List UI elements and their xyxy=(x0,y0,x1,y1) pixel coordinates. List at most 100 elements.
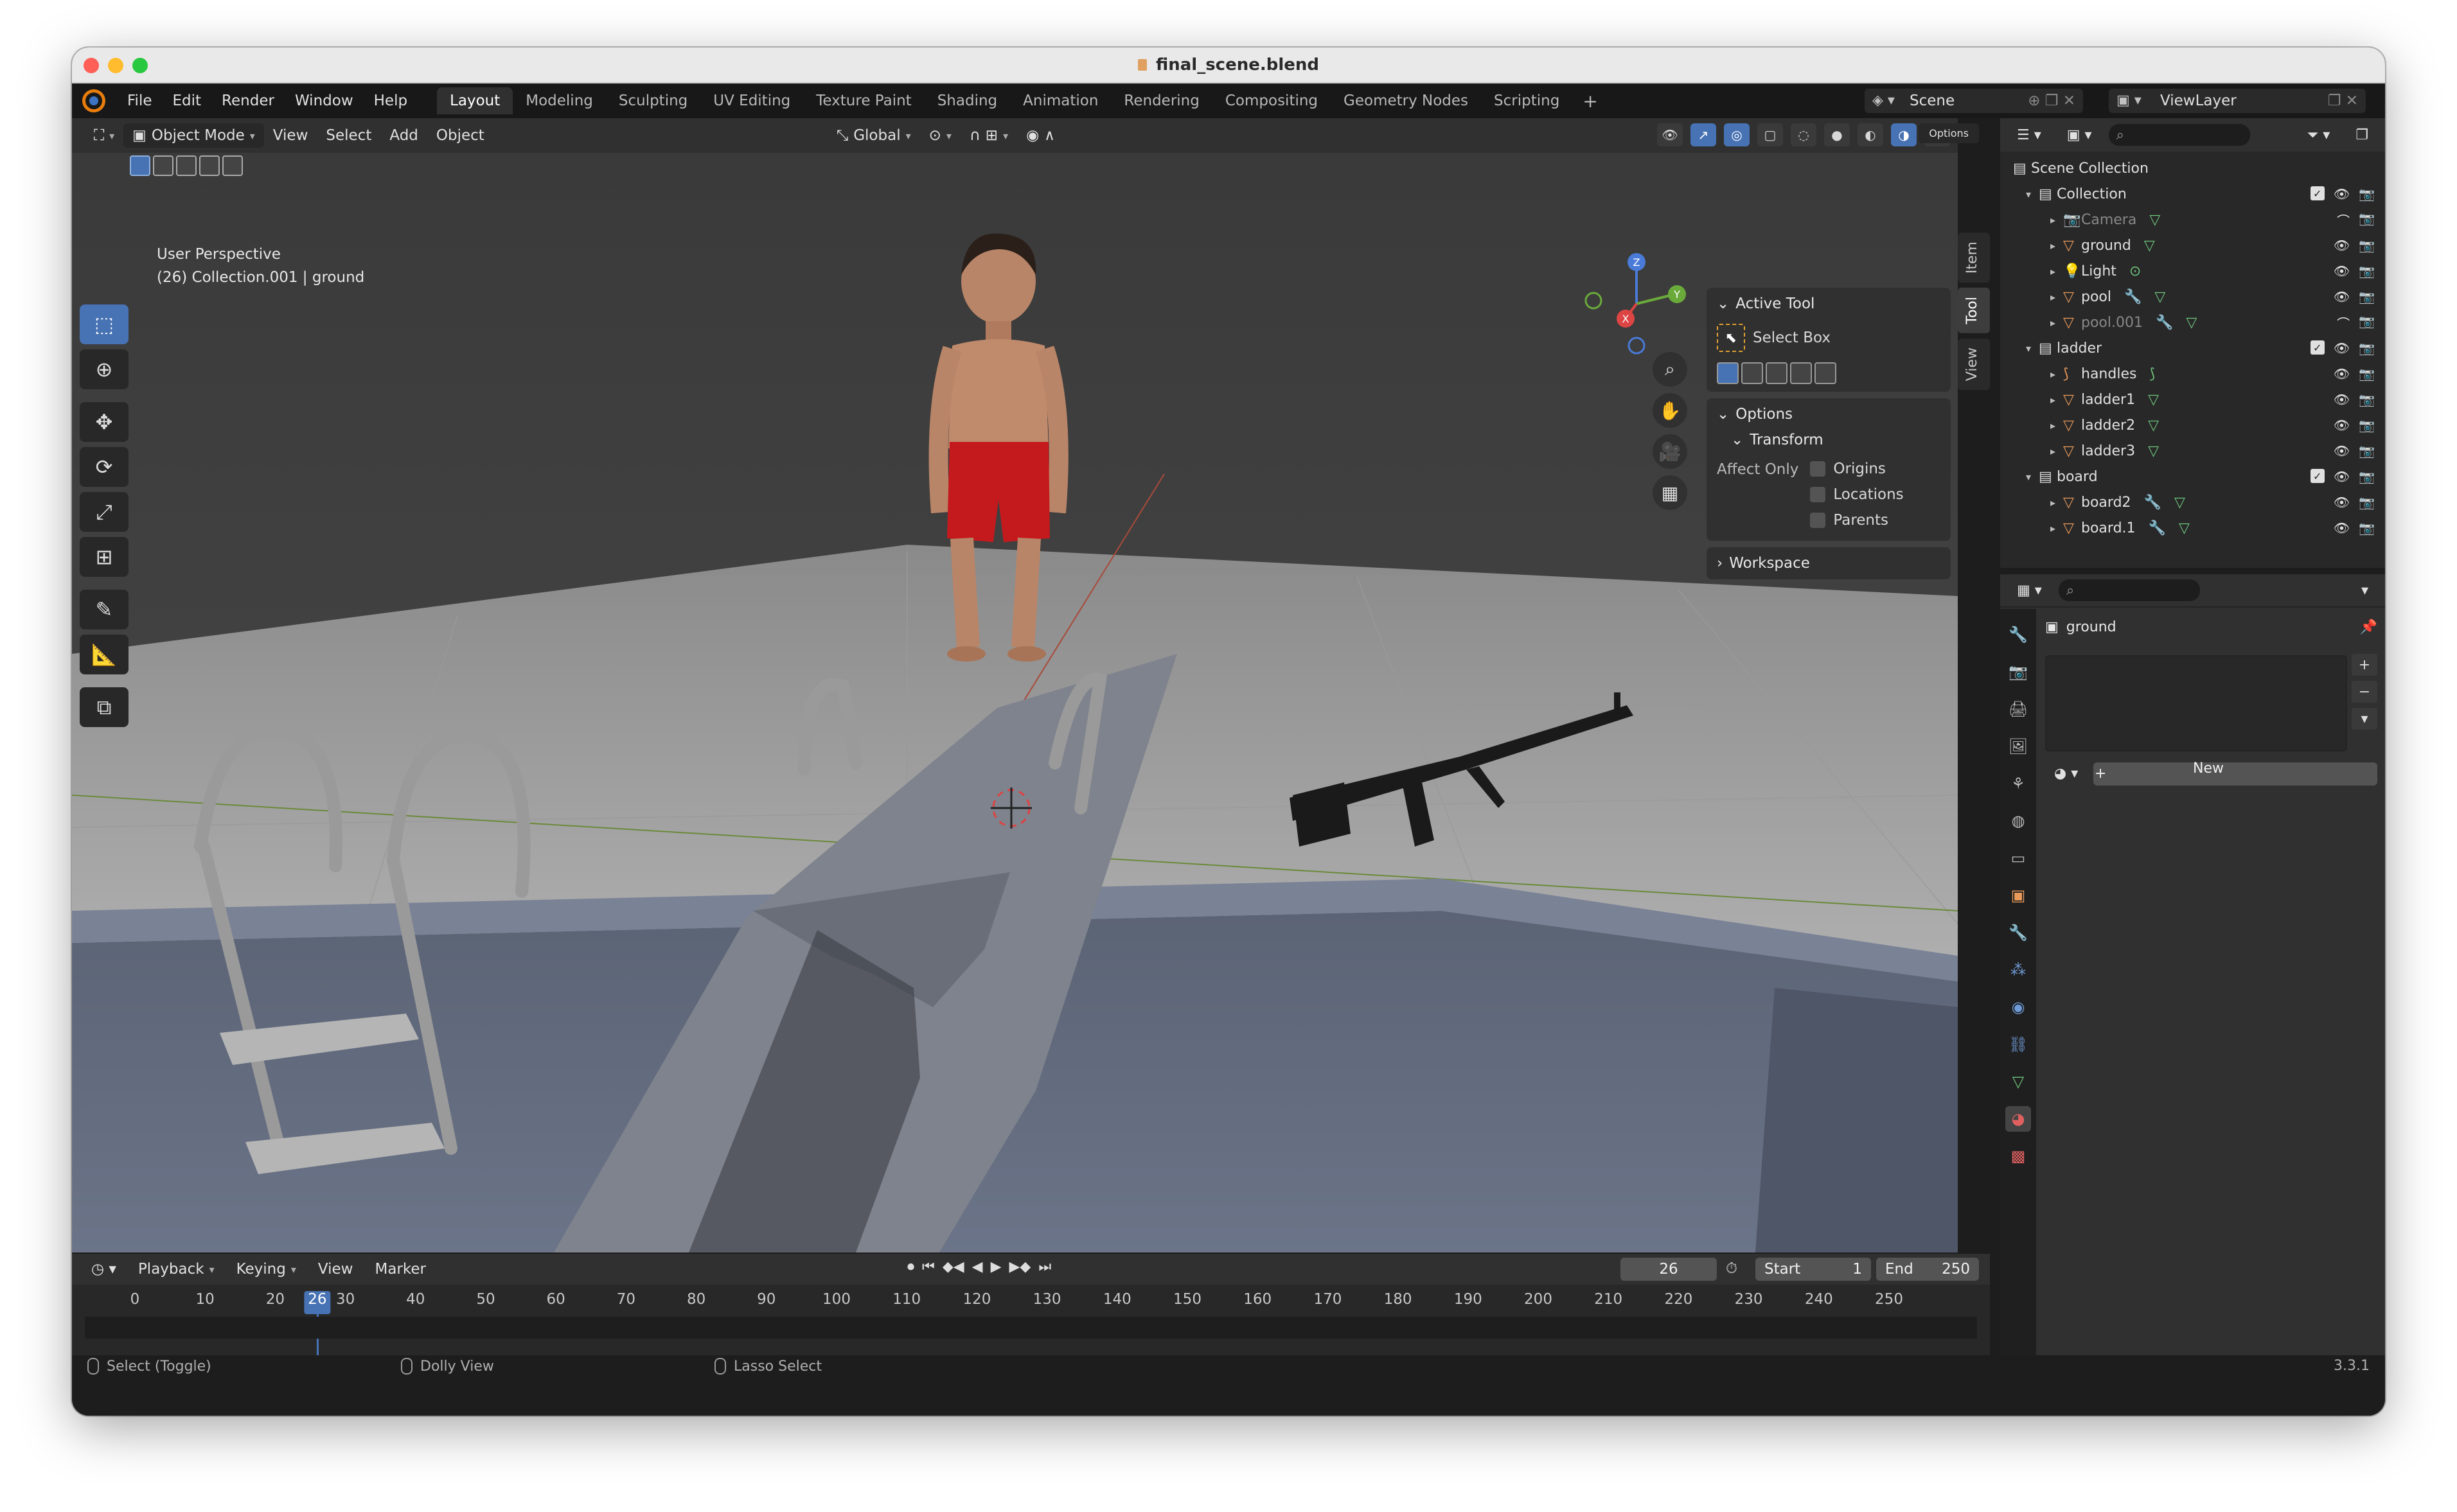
navigation-gizmo[interactable]: Z Y X xyxy=(1575,249,1698,358)
expand-right-icon[interactable]: ▸ xyxy=(2050,394,2063,406)
outliner-row-pool-001[interactable]: ▸ ▽ pool.001 🔧 ▽ ⌒ 📷 xyxy=(2000,310,2385,335)
exclude-checkbox[interactable]: ✓ xyxy=(2310,469,2325,483)
mode-subtract-icon[interactable] xyxy=(1766,362,1787,384)
eye-icon[interactable]: 👁 xyxy=(2334,238,2350,253)
end-frame-field[interactable]: End 250 xyxy=(1876,1258,1979,1281)
select-intersect-icon[interactable] xyxy=(222,155,243,176)
measure-tool[interactable]: 📐 xyxy=(80,635,129,674)
active-tool-row[interactable]: ⬉ Select Box xyxy=(1717,324,1940,352)
expand-right-icon[interactable]: ▸ xyxy=(2050,419,2063,432)
new-collection-icon[interactable]: ❐ xyxy=(2346,123,2377,147)
tab-tool[interactable]: Tool xyxy=(1958,288,1990,333)
tab-shading[interactable]: Shading xyxy=(925,87,1010,114)
timeline-track[interactable] xyxy=(85,1317,1977,1339)
modifier-tab-icon[interactable]: 🔧 xyxy=(2005,920,2031,945)
play-icon[interactable]: ▶ xyxy=(991,1259,1002,1275)
new-material-button[interactable]: + xyxy=(2093,762,2377,786)
scene-collection-row[interactable]: ▤ Scene Collection xyxy=(2000,155,2385,181)
pivot-dropdown[interactable]: ⊙ ▾ xyxy=(920,123,961,148)
select-box-tool[interactable]: ⬚ xyxy=(80,304,129,344)
render-camera-icon[interactable]: 📷 xyxy=(2359,443,2375,459)
material-shading-icon[interactable]: ◐ xyxy=(1858,123,1883,146)
jump-end-icon[interactable]: ⏭ xyxy=(1038,1259,1051,1275)
proportional-edit-toggle[interactable]: ◉ ∧ xyxy=(1017,123,1064,148)
add-cube-tool[interactable]: ⧉ xyxy=(80,687,129,727)
menu-help[interactable]: Help xyxy=(364,92,418,109)
exclude-checkbox[interactable]: ✓ xyxy=(2310,340,2325,355)
wireframe-shading-icon[interactable]: ◌ xyxy=(1791,123,1816,146)
expand-right-icon[interactable]: ▸ xyxy=(2050,522,2063,534)
maximize-window-button[interactable] xyxy=(132,58,148,73)
render-camera-icon[interactable]: 📷 xyxy=(2359,418,2375,433)
expand-down-icon[interactable]: ▾ xyxy=(2026,471,2039,483)
parents-checkbox[interactable]: Parents xyxy=(1810,507,1903,533)
tab-item[interactable]: Item xyxy=(1958,233,1990,283)
scale-tool[interactable]: ⤢ xyxy=(80,492,129,532)
collection-tab-icon[interactable]: ▭ xyxy=(2005,845,2031,871)
exclude-checkbox[interactable]: ✓ xyxy=(2310,186,2325,200)
mode-set-icon[interactable] xyxy=(1717,362,1739,384)
overlay-toggle-icon[interactable]: ◎ xyxy=(1724,123,1750,146)
mode-dropdown[interactable]: ▣ Object Mode ▾ xyxy=(123,123,264,148)
gizmo-toggle-icon[interactable]: ↗ xyxy=(1690,123,1716,146)
filter-icon[interactable]: ⏷ ▾ xyxy=(2298,123,2339,147)
menu-timeline-view[interactable]: View xyxy=(309,1257,362,1281)
outliner-row-Camera[interactable]: ▸ 📷 Camera ▽ ⌒ 📷 xyxy=(2000,207,2385,233)
pin-icon[interactable]: 📌 xyxy=(2360,619,2377,635)
expand-right-icon[interactable]: ▸ xyxy=(2050,240,2063,252)
constraints-tab-icon[interactable]: ⛓ xyxy=(2005,1032,2031,1057)
move-tool[interactable]: ✥ xyxy=(80,402,129,442)
expand-down-icon[interactable]: ▾ xyxy=(2026,342,2039,355)
rendered-shading-icon[interactable]: ◑ xyxy=(1891,123,1917,146)
options-header[interactable]: ⌄ Options xyxy=(1717,406,1940,423)
outliner-row-Light[interactable]: ▸ 💡 Light ⊙ 👁 📷 xyxy=(2000,258,2385,284)
minimize-window-button[interactable] xyxy=(108,58,123,73)
eye-icon[interactable]: 👁 xyxy=(2334,418,2350,433)
tab-animation[interactable]: Animation xyxy=(1010,87,1111,114)
timeline[interactable]: 0 10 20 30 40 50 60 70 80 90 100 110 120 130 140 150 160… xyxy=(72,1285,1990,1357)
transform-header[interactable]: ⌄ Transform xyxy=(1717,432,1940,448)
render-camera-icon[interactable]: 📷 xyxy=(2359,211,2375,229)
select-invert-icon[interactable] xyxy=(199,155,220,176)
properties-search-input[interactable]: ⌕ xyxy=(2058,579,2200,601)
menu-select[interactable]: Select xyxy=(317,123,380,148)
render-camera-icon[interactable]: 📷 xyxy=(2359,520,2375,536)
eye-icon[interactable]: 👁 xyxy=(2334,289,2350,304)
render-camera-icon[interactable]: 📷 xyxy=(2359,495,2375,510)
expand-right-icon[interactable]: ▸ xyxy=(2050,317,2063,329)
chevron-down-icon[interactable]: ▾ xyxy=(2352,579,2377,602)
eye-icon[interactable]: 👁 xyxy=(2334,263,2350,279)
outliner-row-ladder3[interactable]: ▸ ▽ ladder3 ▽ 👁 📷 xyxy=(2000,438,2385,464)
material-browse-icon[interactable]: ◕ ▾ xyxy=(2045,762,2087,786)
tool-tab-icon[interactable]: 🔧 xyxy=(2005,622,2031,647)
outliner-row-board2[interactable]: ▸ ▽ board2 🔧 ▽ 👁 📷 xyxy=(2000,489,2385,515)
menu-keying[interactable]: Keying ▾ xyxy=(227,1257,305,1281)
options-dropdown[interactable]: Options xyxy=(1919,123,1979,143)
outliner-row-Collection[interactable]: ▾ ▤ Collection ✓ 👁 📷 xyxy=(2000,181,2385,207)
outliner-row-ladder[interactable]: ▾ ▤ ladder ✓ 👁 📷 xyxy=(2000,335,2385,361)
texture-tab-icon[interactable]: ▩ xyxy=(2005,1143,2031,1169)
cursor-tool[interactable]: ⊕ xyxy=(80,349,129,389)
outliner-row-board-1[interactable]: ▸ ▽ board.1 🔧 ▽ 👁 📷 xyxy=(2000,515,2385,541)
material-slot-list[interactable] xyxy=(2045,655,2347,752)
output-tab-icon[interactable]: 🖨 xyxy=(2005,696,2031,722)
render-camera-icon[interactable]: 📷 xyxy=(2359,469,2375,484)
menu-add[interactable]: Add xyxy=(380,123,427,148)
menu-playback[interactable]: Playback ▾ xyxy=(129,1257,224,1281)
eye-icon[interactable]: 👁 xyxy=(2334,366,2350,382)
tab-compositing[interactable]: Compositing xyxy=(1212,87,1331,114)
menu-window[interactable]: Window xyxy=(285,92,364,109)
editor-type-dropdown[interactable]: ⛶ ▾ xyxy=(85,123,123,148)
pin-icon[interactable]: ⊕ ❐ ✕ xyxy=(2028,92,2075,109)
solid-shading-icon[interactable]: ● xyxy=(1824,123,1850,146)
outliner-editor-icon[interactable]: ☰ ▾ xyxy=(2008,123,2050,147)
outliner-row-handles[interactable]: ▸ ⟆ handles ⟆ 👁 📷 xyxy=(2000,361,2385,387)
tab-modeling[interactable]: Modeling xyxy=(513,87,606,114)
display-mode-icon[interactable]: ▣ ▾ xyxy=(2058,123,2101,147)
outliner-row-ladder2[interactable]: ▸ ▽ ladder2 ▽ 👁 📷 xyxy=(2000,412,2385,438)
3d-viewport[interactable]: User Perspective (26) Collection.001 | g… xyxy=(72,153,1958,1253)
render-camera-icon[interactable]: 📷 xyxy=(2359,263,2375,279)
rotate-tool[interactable]: ⟳ xyxy=(80,447,129,487)
timeline-editor-icon[interactable]: ◷ ▾ xyxy=(82,1257,125,1281)
prev-keyframe-icon[interactable]: ◆◀ xyxy=(943,1259,964,1275)
